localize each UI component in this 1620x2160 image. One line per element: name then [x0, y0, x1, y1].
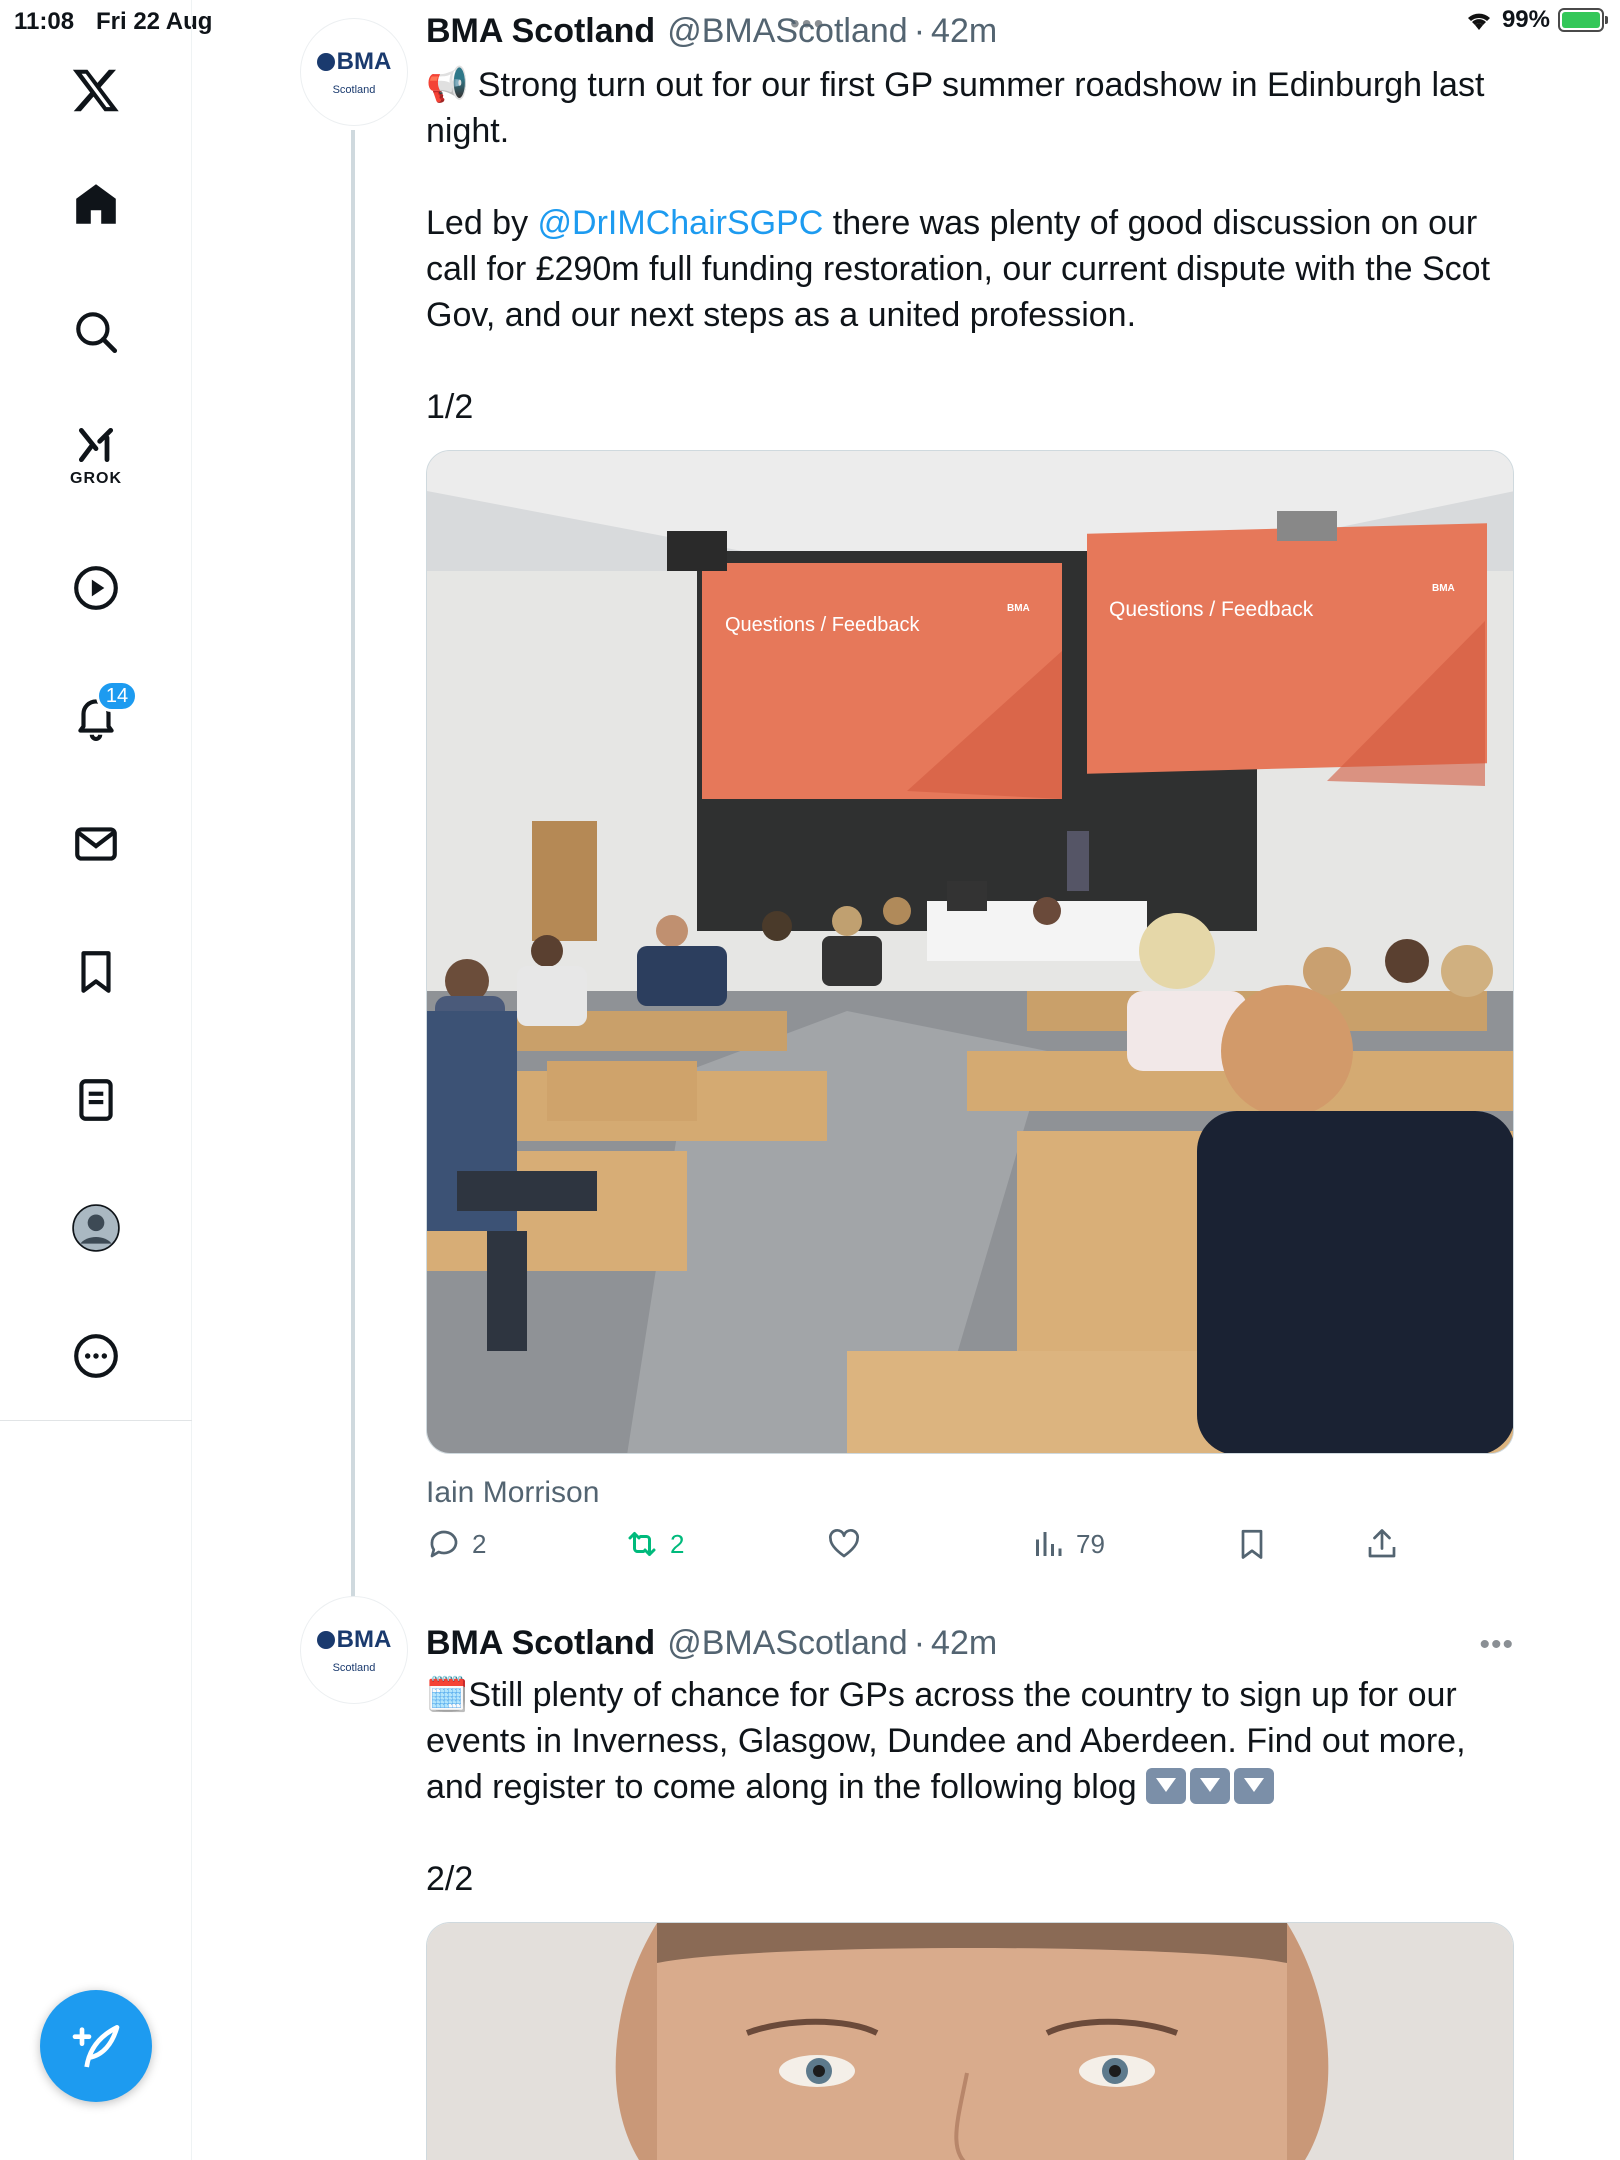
down-arrow-icon — [1190, 1768, 1231, 1804]
battery-icon — [1558, 8, 1608, 32]
tweet-time[interactable]: 42m — [931, 1624, 997, 1663]
slide-title: Questions / Feedback — [1109, 598, 1314, 621]
mention-link[interactable]: @DrIMChairSGPC — [538, 204, 824, 242]
tweet-text: 📢 Strong turn out for our first GP summe… — [426, 66, 1494, 150]
more-options-icon[interactable]: ••• — [1479, 1628, 1514, 1662]
more-icon[interactable] — [56, 1316, 136, 1396]
compose-button[interactable] — [40, 1990, 152, 2102]
repost-count: 2 — [670, 1528, 685, 1559]
messages-icon[interactable] — [56, 804, 136, 884]
globe-icon — [316, 1631, 335, 1649]
lists-icon[interactable] — [56, 1060, 136, 1140]
video-icon[interactable] — [56, 548, 136, 628]
sidebar-divider — [0, 1420, 192, 1421]
grok-icon[interactable]: GROK — [56, 412, 136, 492]
slide-brand: BMA — [1432, 583, 1455, 594]
author-handle[interactable]: @BMAScotland — [667, 1624, 908, 1663]
status-indicators: 99% — [1464, 6, 1608, 34]
thread-counter: 2/2 — [426, 1860, 474, 1898]
slide-brand: BMA — [1007, 603, 1030, 614]
repost-icon — [628, 1532, 656, 1556]
globe-icon — [316, 53, 335, 71]
notifications-icon[interactable]: 14 — [56, 676, 138, 756]
bookmark-button[interactable] — [1234, 1526, 1270, 1562]
views-button[interactable]: 79 — [1030, 1526, 1105, 1562]
author-name[interactable]: BMA Scotland — [426, 12, 655, 51]
reply-icon — [430, 1530, 458, 1558]
author-handle[interactable]: @BMAScotland — [667, 12, 908, 51]
thread-counter: 1/2 — [426, 388, 474, 426]
tweet-text: Led by @DrIMChairSGPC there was plenty o… — [426, 204, 1500, 334]
down-arrow-icon — [1146, 1768, 1187, 1804]
avatar[interactable]: BMA Scotland — [300, 1596, 408, 1704]
repost-button[interactable]: 2 — [624, 1526, 684, 1562]
battery-percent: 99% — [1501, 6, 1550, 33]
tweet-photo[interactable]: Questions / Feedback Questions / Feedbac… — [426, 450, 1514, 1454]
tweet-text: 🗓️Still plenty of chance for GPs across … — [426, 1676, 1475, 1806]
bookmarks-icon[interactable] — [56, 932, 136, 1012]
profile-icon[interactable] — [56, 1188, 136, 1268]
tweet-actions: 2 2 79 — [426, 1526, 1526, 1576]
search-icon[interactable] — [56, 292, 136, 372]
thread-connector — [351, 130, 355, 1600]
author-name[interactable]: BMA Scotland — [426, 1624, 655, 1663]
tweet-time[interactable]: 42m — [931, 12, 997, 51]
like-button[interactable] — [826, 1526, 862, 1562]
lecture-hall-photo: Questions / Feedback Questions / Feedbac… — [427, 451, 1513, 1453]
x-logo-icon[interactable] — [56, 50, 136, 130]
grok-label: GROK — [70, 470, 122, 487]
wifi-icon — [1467, 13, 1490, 30]
sidebar: GROK 14 — [0, 0, 192, 2160]
bookmark-icon — [1241, 1529, 1263, 1559]
down-arrow-icon — [1234, 1768, 1275, 1804]
notification-badge: 14 — [96, 680, 138, 712]
reply-button[interactable]: 2 — [426, 1526, 486, 1562]
slide-title: Questions / Feedback — [725, 614, 921, 636]
share-button[interactable] — [1364, 1526, 1400, 1562]
avatar[interactable]: BMA Scotland — [300, 18, 408, 126]
views-icon — [1036, 1532, 1062, 1556]
heart-icon — [829, 1529, 859, 1558]
reply-count: 2 — [472, 1528, 487, 1559]
views-count: 79 — [1076, 1528, 1105, 1559]
tweet-photo[interactable] — [426, 1922, 1514, 2160]
portrait-photo — [427, 1923, 1513, 2160]
home-icon[interactable] — [56, 164, 136, 244]
tweet-header: BMA Scotland @BMAScotland · 42m — [426, 1624, 998, 1663]
compose-icon — [72, 2025, 120, 2068]
tweet-header: BMA Scotland @BMAScotland · 42m — [426, 12, 998, 51]
photo-credit[interactable]: Iain Morrison — [426, 1476, 599, 1510]
share-icon — [1368, 1529, 1396, 1558]
